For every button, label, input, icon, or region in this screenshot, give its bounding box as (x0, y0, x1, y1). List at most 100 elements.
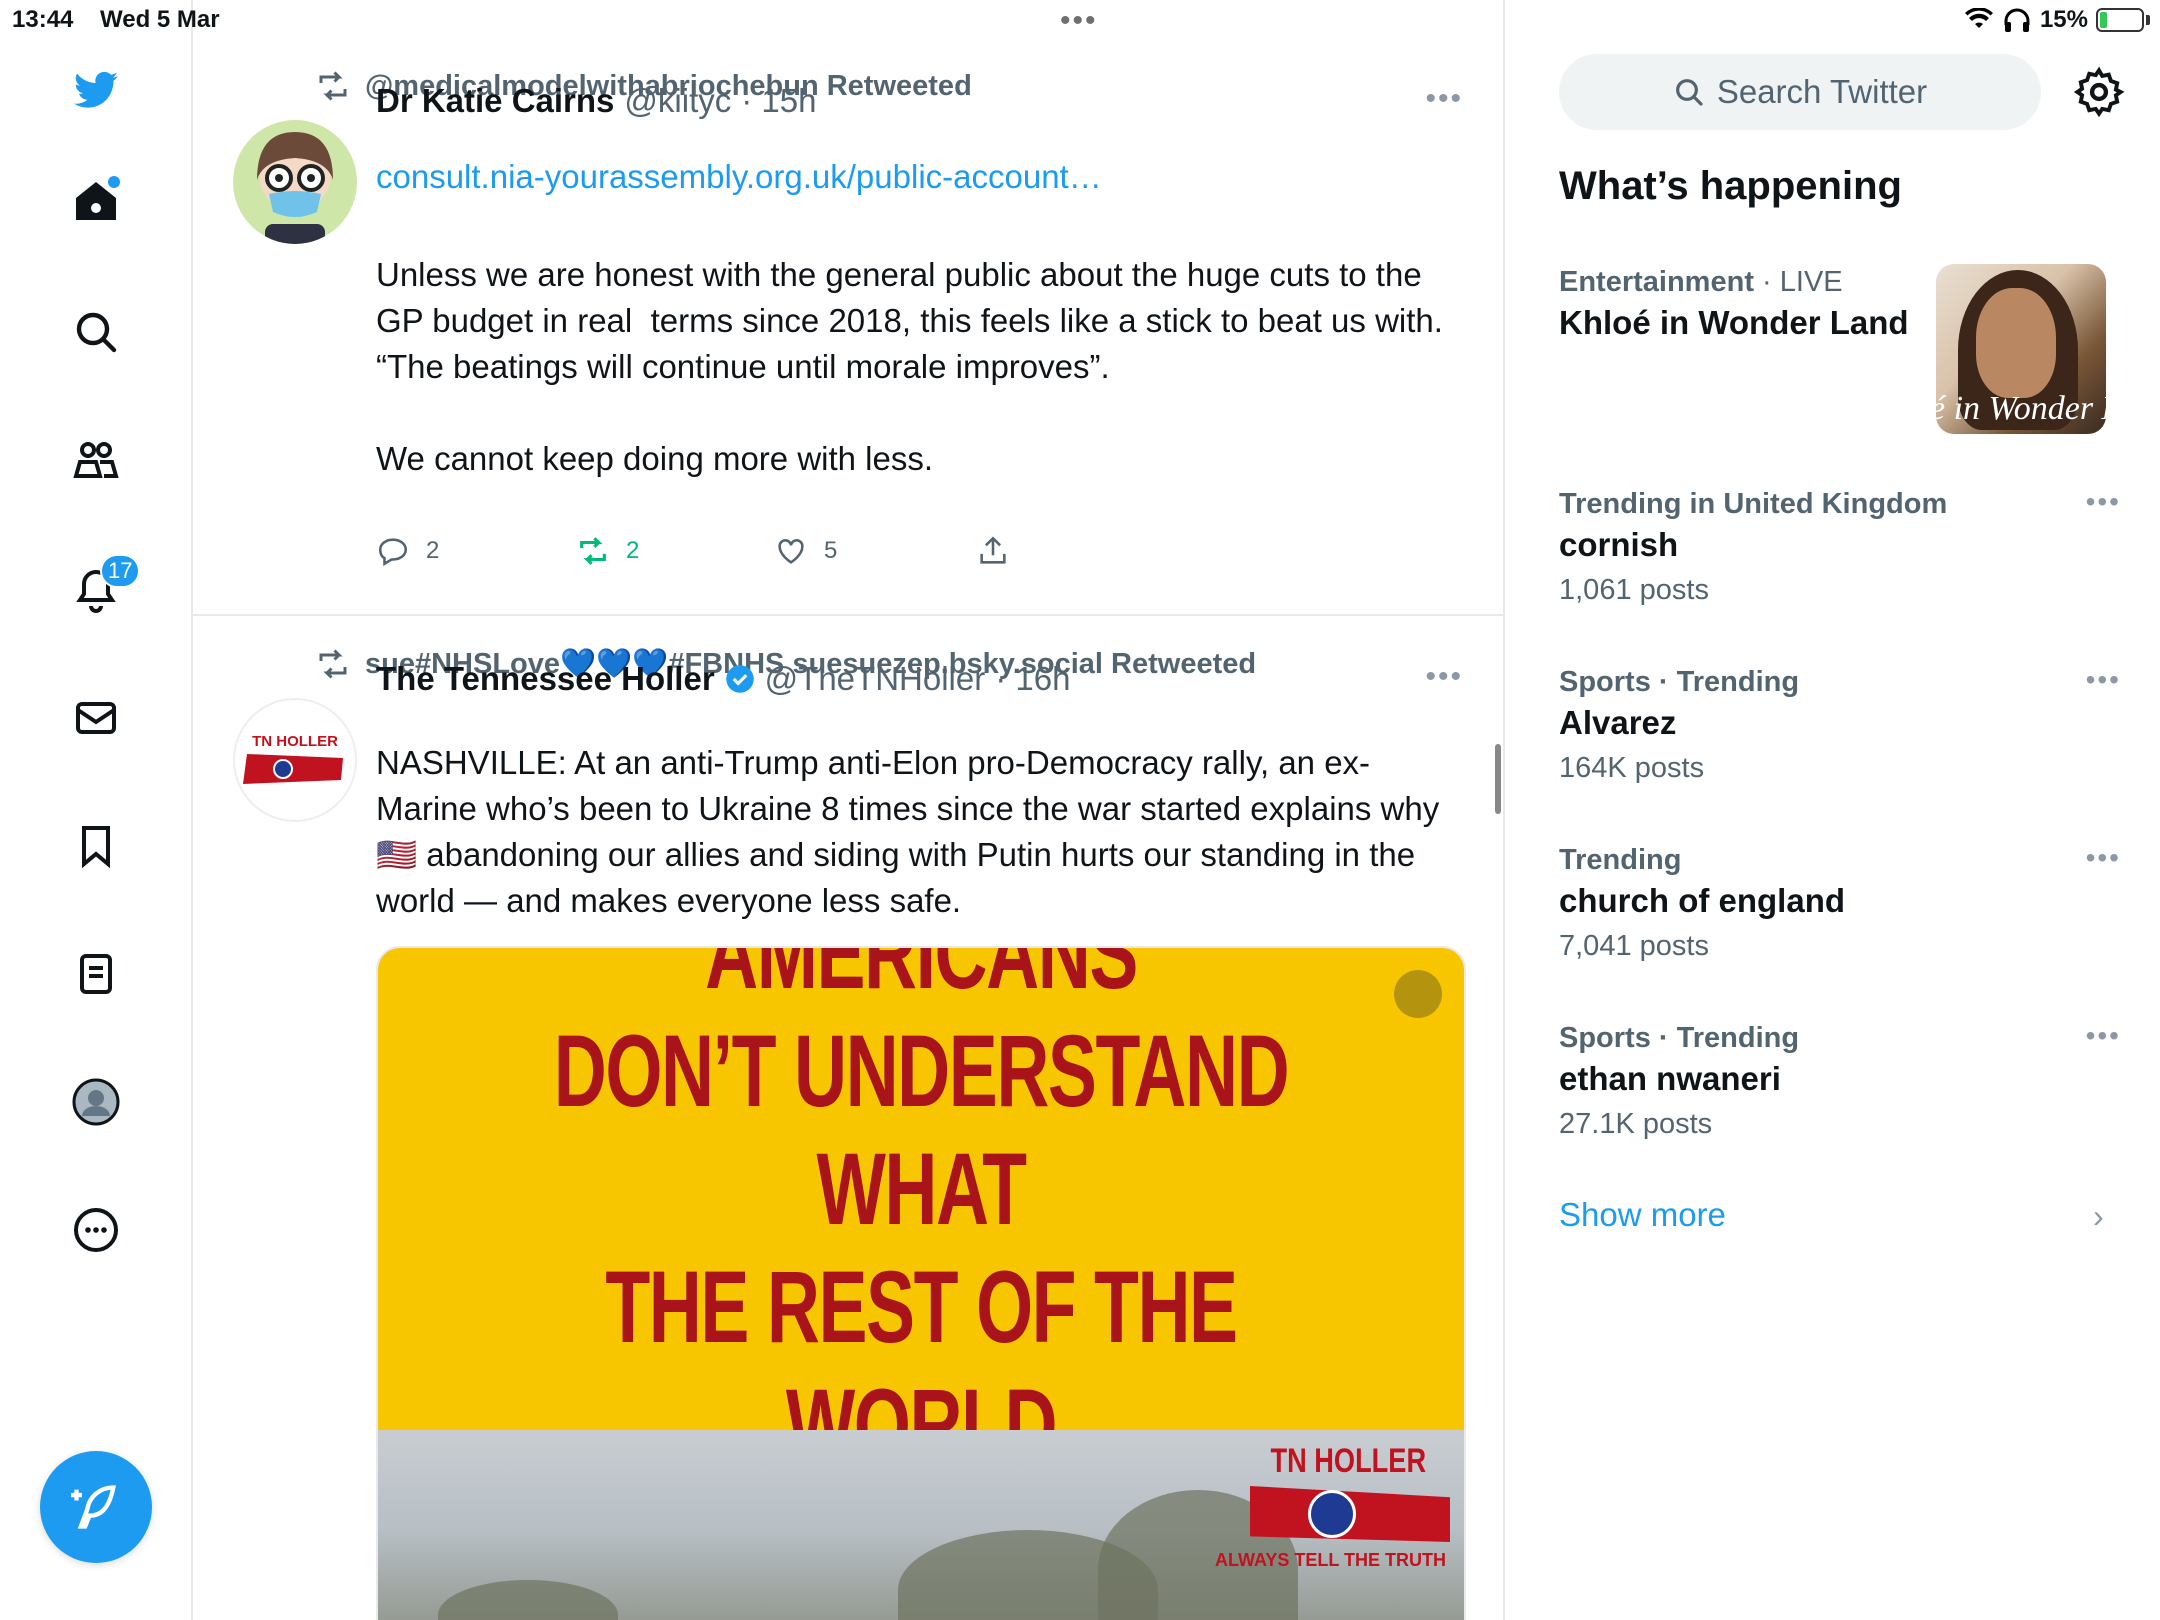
tweet[interactable]: sue#NHSLove💙💙💙#FBNHS suesuezep.bsky.soci… (193, 618, 1503, 1620)
tweet-time[interactable]: · 16h (995, 660, 1070, 698)
trend-item[interactable]: Trending in United Kingdom cornish 1,061… (1559, 486, 2119, 612)
trend-name: cornish (1559, 526, 1679, 563)
nav-messages[interactable] (66, 688, 126, 748)
nav-profile[interactable] (66, 1072, 126, 1132)
chevron-right-icon: › (2093, 1198, 2104, 1234)
tweet-text: NASHVILLE: At an anti-Trump anti-Elon pr… (376, 744, 1449, 919)
media-tagline: ALWAYS TELL THE TRUTH (1214, 1550, 1446, 1570)
avatar-illustration (257, 132, 333, 244)
trend-count: 7,041 posts (1559, 930, 1709, 962)
trend-category: Sports · Trending (1559, 666, 1800, 698)
author-name[interactable]: Dr Katie Cairns (376, 82, 614, 120)
reply-count: 2 (426, 537, 440, 564)
thumbnail-face (1976, 288, 2056, 398)
headphones-icon (2004, 8, 2030, 32)
timeline-scrollbar[interactable] (1495, 744, 1501, 814)
trend-item[interactable]: Trending church of england 7,041 posts •… (1559, 842, 2119, 968)
tweet-text: Unless we are honest with the general pu… (376, 256, 1443, 477)
tennessee-star-icon (1308, 1490, 1356, 1538)
trend-name: Alvarez (1559, 704, 1677, 741)
nav-communities[interactable] (66, 430, 126, 490)
tree-shape (438, 1580, 618, 1620)
battery-percent: 15% (2039, 6, 2088, 33)
communities-icon (73, 442, 119, 478)
section-title: What’s happening (1559, 164, 1902, 208)
trend-item[interactable]: Sports · Trending ethan nwaneri 27.1K po… (1559, 1020, 2119, 1146)
tweet-link[interactable]: consult.nia-yourassembly.org.uk/public-a… (376, 158, 1102, 196)
timeline[interactable]: @medicalmodelwithabriochebun Retweeted D… (193, 0, 1505, 1620)
trend-more-icon[interactable]: ••• (2086, 1020, 2121, 1052)
compose-feather-icon (71, 1485, 116, 1529)
nav-lists[interactable] (66, 944, 126, 1004)
trend-more-icon[interactable]: ••• (2086, 486, 2121, 518)
nav-bookmarks[interactable] (66, 816, 126, 876)
right-sidebar: Search Twitter What’s happening Entertai… (1507, 0, 2160, 1620)
author-handle[interactable]: @kiityc (624, 82, 731, 120)
trend-category-text: Entertainment (1559, 266, 1754, 298)
trend-name: church of england (1559, 882, 1846, 919)
multitasking-dots-icon[interactable]: ••• (1060, 4, 1098, 38)
search-placeholder: Search Twitter (1716, 73, 1928, 110)
left-nav: 17 (0, 0, 193, 1620)
verified-badge-icon (725, 665, 754, 693)
twitter-logo-icon[interactable] (66, 60, 126, 120)
author-avatar[interactable] (233, 120, 357, 244)
battery-icon (2096, 8, 2144, 32)
tweet-time[interactable]: · 15h (741, 82, 816, 120)
sensitive-media-icon[interactable] (1394, 970, 1442, 1018)
nav-more[interactable] (66, 1200, 126, 1260)
battery-tip-icon (2146, 15, 2150, 25)
search-input[interactable]: Search Twitter (1559, 54, 2041, 130)
gear-icon[interactable] (2073, 66, 2125, 118)
search-icon (76, 312, 117, 353)
trend-category: Trending in United Kingdom (1559, 488, 1948, 520)
tweet-media-video[interactable]: “A LOT OF AMERICANS DON’T UNDERSTAND WHA… (376, 946, 1466, 1620)
status-date: Wed 5 Mar (100, 6, 220, 33)
bookmark-icon (82, 826, 110, 869)
author-handle[interactable]: @TheTNHoller (765, 660, 986, 698)
retweet-icon (580, 537, 606, 565)
ios-status-bar: 13:44 Wed 5 Mar ••• 15% (0, 0, 2160, 40)
show-more-link[interactable]: Show more (1559, 1196, 1726, 1234)
reply-icon (378, 538, 408, 567)
share-button[interactable] (976, 534, 1010, 568)
trend-category: Trending (1559, 844, 1682, 876)
notification-badge: 17 (100, 554, 141, 588)
trend-count: 1,061 posts (1559, 574, 1709, 606)
tweet-more-icon[interactable]: ••• (1425, 82, 1463, 116)
nav-notifications[interactable]: 17 (66, 554, 141, 620)
like-button[interactable]: 5 (774, 534, 837, 568)
trend-item[interactable]: Sports · Trending Alvarez 164K posts ••• (1559, 664, 2119, 790)
nav-explore[interactable] (66, 302, 126, 362)
media-rally-photo: TN HOLLER ALWAYS TELL THE TRUTH (378, 1430, 1464, 1620)
retweet-button[interactable]: 2 (576, 534, 639, 568)
nav-home[interactable] (66, 172, 126, 232)
tweet-more-icon[interactable]: ••• (1425, 660, 1463, 694)
tweet[interactable]: @medicalmodelwithabriochebun Retweeted D… (193, 40, 1503, 616)
status-time: 13:44 (12, 6, 74, 33)
trend-live-label: · LIVE (1753, 266, 1843, 298)
heart-icon (778, 539, 804, 564)
trend-more-icon[interactable]: ••• (2086, 842, 2121, 874)
avatar-logo-text: TN HOLLER (252, 733, 338, 750)
thumbnail-watermark: é in Wonder L (1936, 390, 2106, 427)
share-icon (980, 536, 1006, 564)
compose-tweet-button[interactable] (40, 1451, 152, 1563)
author-name[interactable]: The Tennessee Holler (376, 660, 715, 698)
trend-name: ethan nwaneri (1559, 1060, 1781, 1097)
tweet-actions: 2 2 5 (376, 534, 1076, 584)
trend-more-icon[interactable]: ••• (2086, 664, 2121, 696)
trend-thumbnail[interactable]: é in Wonder L (1936, 264, 2106, 434)
search-icon (1675, 79, 1703, 106)
wifi-icon (1964, 8, 1993, 28)
list-icon (80, 954, 112, 994)
media-quote-panel: “A LOT OF AMERICANS DON’T UNDERSTAND WHA… (378, 948, 1464, 1600)
retweet-icon (319, 71, 347, 101)
media-logo-text: TN HOLLER (1270, 1442, 1427, 1480)
author-avatar[interactable]: TN HOLLER (233, 698, 357, 822)
reply-button[interactable]: 2 (376, 534, 439, 568)
retweet-icon (319, 649, 347, 679)
tweet-header: The Tennessee Holler @TheTNHoller · 16h (376, 660, 1070, 698)
new-content-dot (108, 176, 120, 188)
more-circle-icon (74, 1208, 118, 1252)
